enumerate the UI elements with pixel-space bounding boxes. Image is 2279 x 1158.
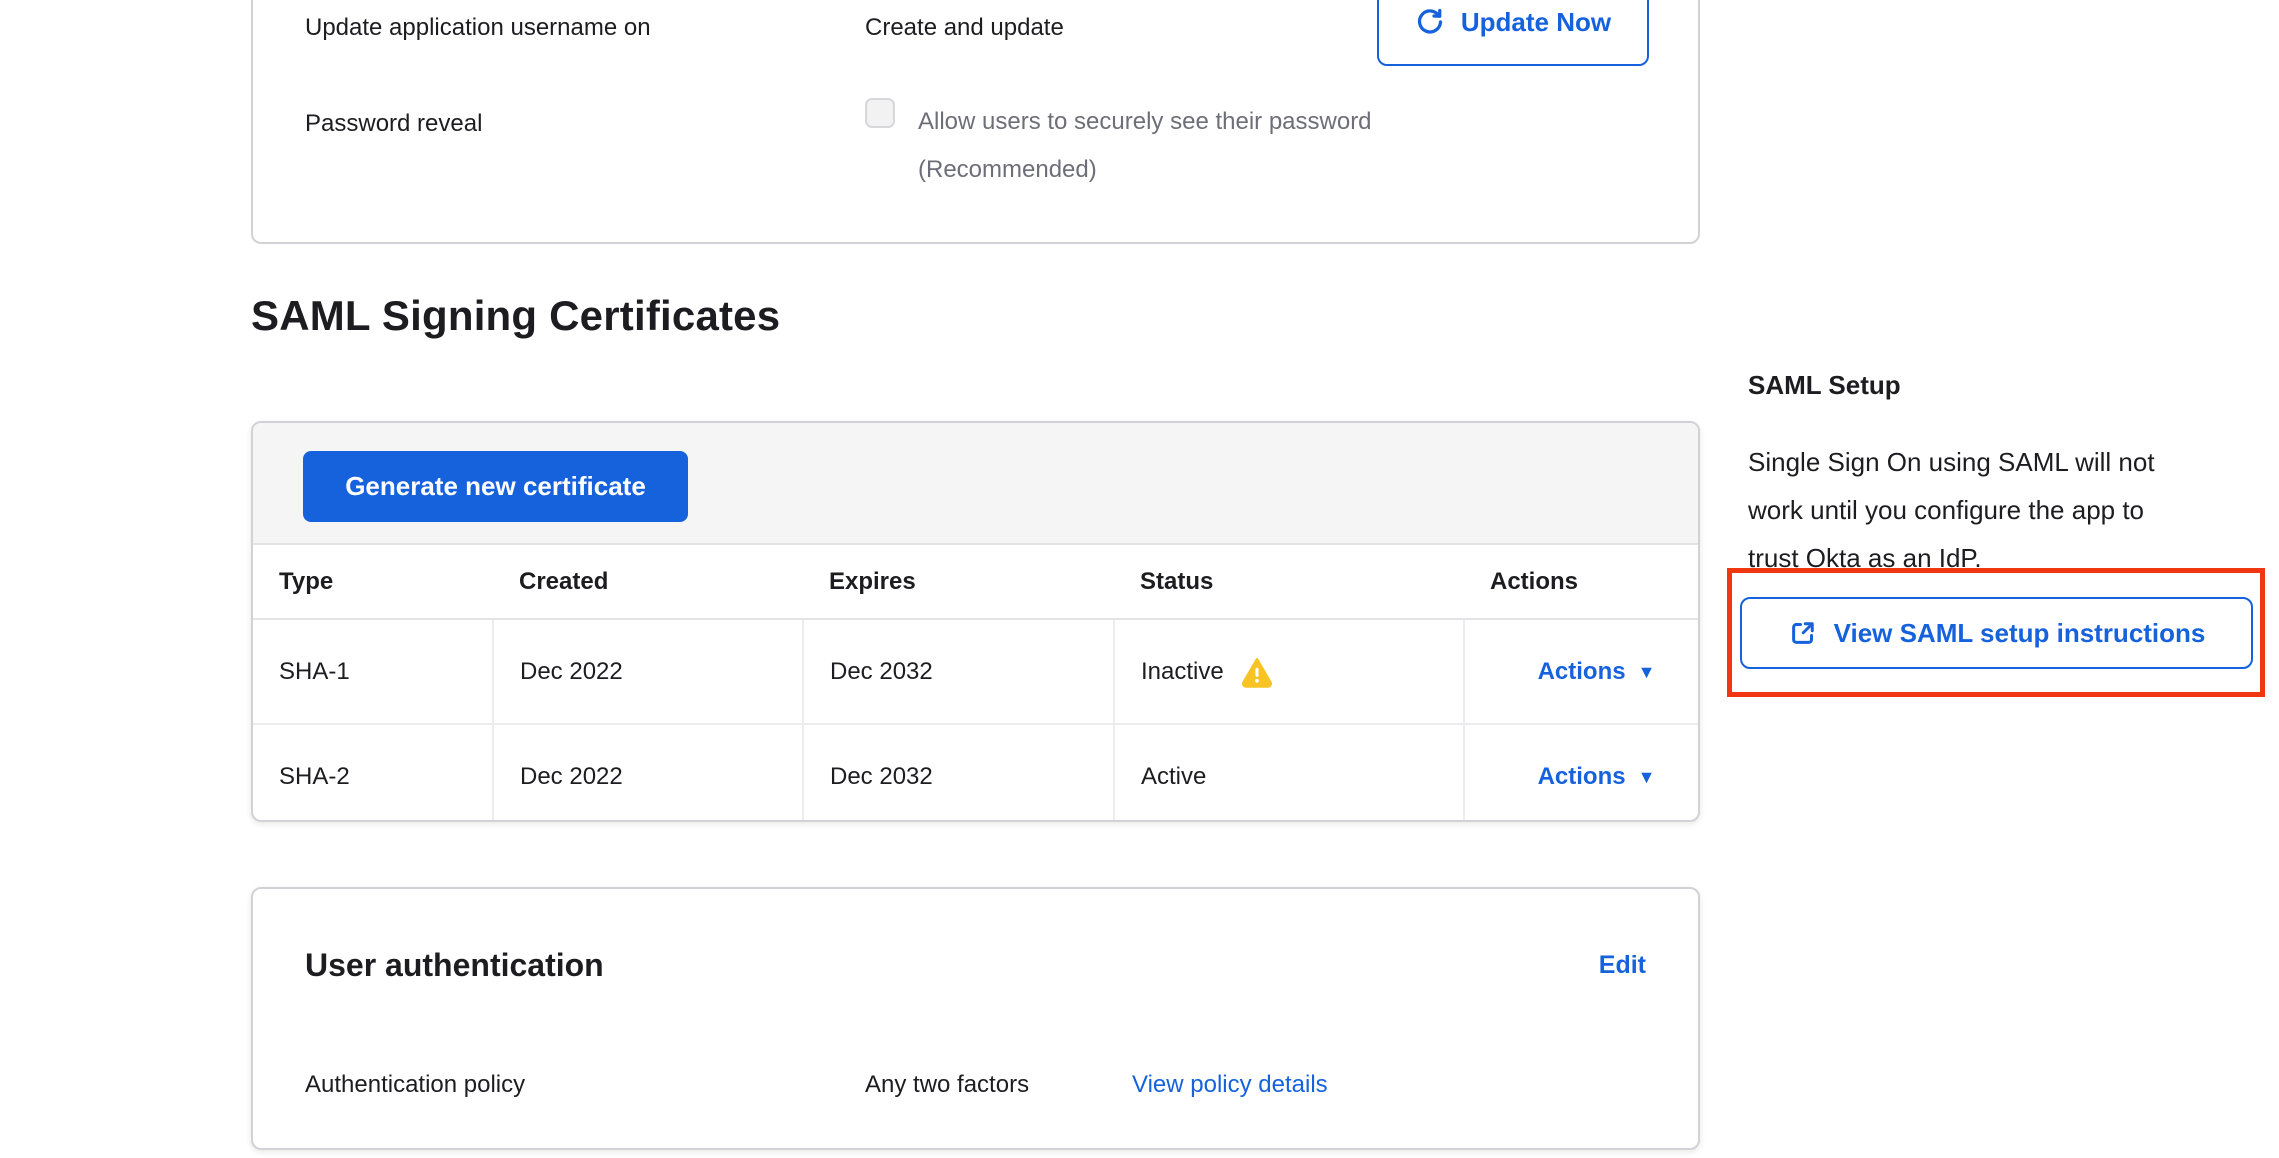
cert-created: Dec 2022 xyxy=(493,619,803,724)
checkbox-text-line1: Allow users to securely see their passwo… xyxy=(918,98,1372,146)
column-header-expires: Expires xyxy=(803,545,1114,619)
chevron-down-icon: ▼ xyxy=(1638,663,1656,681)
app-settings-page: Update application username on Create an… xyxy=(0,0,2279,1158)
authentication-policy-value: Any two factors xyxy=(865,1071,1029,1099)
certificates-card: Generate new certificate Type Created Ex… xyxy=(251,421,1700,822)
table-header-row: Type Created Expires Status Actions xyxy=(253,545,1700,619)
update-username-label: Update application username on xyxy=(305,14,651,42)
description-line1: Single Sign On using SAML will not xyxy=(1748,438,2155,486)
column-header-status: Status xyxy=(1114,545,1464,619)
update-now-button[interactable]: Update Now xyxy=(1377,0,1649,66)
saml-setup-heading: SAML Setup xyxy=(1748,370,1901,401)
cert-status: Active xyxy=(1141,763,1206,791)
cert-created: Dec 2022 xyxy=(493,724,803,822)
actions-dropdown[interactable]: Actions ▼ xyxy=(1491,658,1700,686)
view-saml-setup-instructions-button[interactable]: View SAML setup instructions xyxy=(1740,597,2253,669)
table-row: SHA-1 Dec 2022 Dec 2032 Inactive xyxy=(253,619,1700,724)
saml-setup-description: Single Sign On using SAML will not work … xyxy=(1748,438,2155,582)
sign-on-settings-card: Update application username on Create an… xyxy=(251,0,1700,244)
update-username-value: Create and update xyxy=(865,14,1064,42)
column-header-type: Type xyxy=(253,545,493,619)
actions-dropdown[interactable]: Actions ▼ xyxy=(1491,763,1700,791)
warning-icon xyxy=(1240,655,1274,689)
refresh-icon xyxy=(1415,7,1445,37)
update-now-label: Update Now xyxy=(1461,7,1611,38)
password-reveal-description: Allow users to securely see their passwo… xyxy=(918,98,1372,194)
password-reveal-checkbox[interactable] xyxy=(865,98,895,128)
user-authentication-card: User authentication Edit Authentication … xyxy=(251,887,1700,1150)
actions-label: Actions xyxy=(1538,658,1626,686)
checkbox-text-line2: (Recommended) xyxy=(918,146,1372,194)
authentication-policy-label: Authentication policy xyxy=(305,1071,525,1099)
column-header-actions: Actions xyxy=(1464,545,1700,619)
password-reveal-label: Password reveal xyxy=(305,110,482,138)
cert-expires: Dec 2032 xyxy=(803,619,1114,724)
cert-status: Inactive xyxy=(1141,658,1224,686)
cert-expires: Dec 2032 xyxy=(803,724,1114,822)
table-row: SHA-2 Dec 2022 Dec 2032 Active Actions ▼ xyxy=(253,724,1700,822)
actions-label: Actions xyxy=(1538,763,1626,791)
view-saml-setup-label: View SAML setup instructions xyxy=(1834,618,2206,649)
chevron-down-icon: ▼ xyxy=(1638,768,1656,786)
cert-type: SHA-1 xyxy=(253,619,493,724)
description-line2: work until you configure the app to xyxy=(1748,486,2155,534)
saml-signing-certificates-heading: SAML Signing Certificates xyxy=(251,292,780,340)
column-header-created: Created xyxy=(493,545,803,619)
generate-new-certificate-button[interactable]: Generate new certificate xyxy=(303,451,688,522)
user-authentication-heading: User authentication xyxy=(305,947,604,984)
cert-type: SHA-2 xyxy=(253,724,493,822)
external-link-icon xyxy=(1788,618,1818,648)
edit-link[interactable]: Edit xyxy=(1599,951,1646,980)
view-policy-details-link[interactable]: View policy details xyxy=(1132,1071,1328,1099)
certificates-table: Type Created Expires Status Actions SHA-… xyxy=(253,545,1700,822)
certificates-card-header: Generate new certificate xyxy=(253,423,1698,545)
